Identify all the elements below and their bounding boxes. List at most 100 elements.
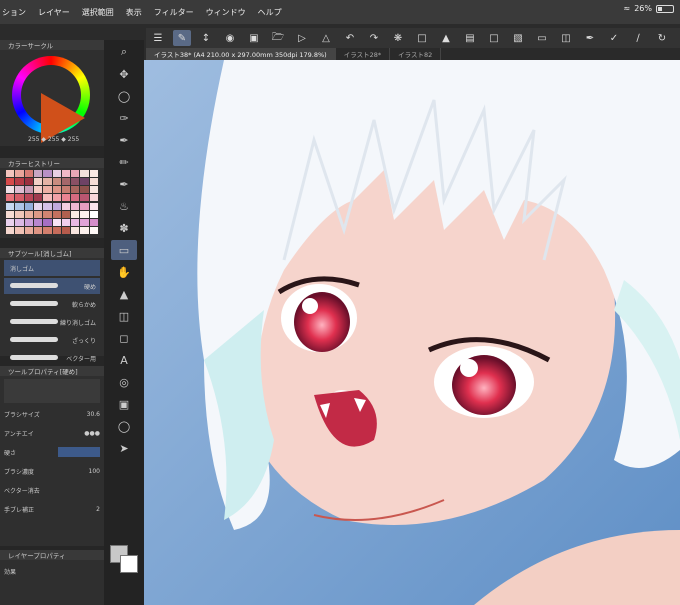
subtool-group[interactable]: 消しゴム xyxy=(4,260,100,276)
clear-icon[interactable]: □ xyxy=(413,30,431,46)
preview-icon[interactable]: ◉ xyxy=(221,30,239,46)
color-swatch[interactable] xyxy=(52,210,61,218)
color-swatch[interactable] xyxy=(71,194,80,202)
color-swatch[interactable] xyxy=(71,218,80,226)
color-swatch[interactable] xyxy=(15,226,24,234)
menu-item-help[interactable]: ヘルプ xyxy=(258,7,282,18)
subtool-item-soft[interactable]: 軟らかめ xyxy=(4,296,100,312)
pen-icon[interactable]: ✒ xyxy=(581,30,599,46)
color-swatch[interactable] xyxy=(24,178,33,186)
color-swatch[interactable] xyxy=(43,186,52,194)
blend-icon[interactable]: ✋ xyxy=(111,262,137,282)
color-wheel[interactable] xyxy=(12,56,90,143)
export-icon[interactable]: △ xyxy=(317,30,335,46)
menu-icon[interactable]: ☰ xyxy=(149,30,167,46)
tab-document-2[interactable]: イラスト28* xyxy=(336,48,391,60)
ruler-tool-icon[interactable]: ◎ xyxy=(111,372,137,392)
color-swatch[interactable] xyxy=(6,210,15,218)
color-swatch[interactable] xyxy=(24,194,33,202)
text-icon[interactable]: A xyxy=(111,350,137,370)
color-swatch[interactable] xyxy=(52,194,61,202)
hardness-row[interactable]: 硬さ xyxy=(4,444,100,460)
menu-item[interactable]: ション xyxy=(2,7,26,18)
menu-item-window[interactable]: ウィンドウ xyxy=(206,7,246,18)
frame-icon[interactable]: ▣ xyxy=(111,394,137,414)
color-swatch[interactable] xyxy=(61,170,71,177)
menu-item-selection[interactable]: 選択範囲 xyxy=(82,7,114,18)
antialias-options[interactable]: ●●● xyxy=(84,430,100,437)
color-swatch[interactable] xyxy=(61,186,71,194)
color-swatch[interactable] xyxy=(15,194,24,202)
color-swatch[interactable] xyxy=(43,178,52,186)
pencil-icon[interactable]: ✏ xyxy=(111,152,137,172)
color-swatch[interactable] xyxy=(52,170,61,177)
color-swatch[interactable] xyxy=(6,170,15,177)
color-swatch[interactable] xyxy=(33,202,43,210)
color-swatch[interactable] xyxy=(89,194,98,202)
color-swatch[interactable] xyxy=(89,226,98,234)
color-swatch[interactable] xyxy=(71,186,80,194)
color-swatch[interactable] xyxy=(33,178,43,186)
color-swatch[interactable] xyxy=(52,226,61,234)
brush-tool-icon[interactable]: ✒ xyxy=(111,174,137,194)
color-swatch[interactable] xyxy=(33,170,43,177)
save-icon[interactable]: ▷ xyxy=(293,30,311,46)
lasso-icon[interactable]: ◯ xyxy=(111,86,137,106)
color-swatch[interactable] xyxy=(24,210,33,218)
color-swatch[interactable] xyxy=(15,202,24,210)
color-swatch[interactable] xyxy=(71,170,80,177)
color-swatch[interactable] xyxy=(80,194,89,202)
brush-density-row[interactable]: ブラシ濃度 100 xyxy=(4,463,100,479)
color-swatch[interactable] xyxy=(6,218,15,226)
correct-line-icon[interactable]: ➤ xyxy=(111,438,137,458)
eraser-icon[interactable]: ▭ xyxy=(111,240,137,260)
color-swatch[interactable] xyxy=(61,178,71,186)
color-swatch[interactable] xyxy=(24,218,33,226)
color-swatch[interactable] xyxy=(24,170,33,177)
pen-tool-icon[interactable]: ✒ xyxy=(111,130,137,150)
color-swatch[interactable] xyxy=(80,210,89,218)
vector-erase-row[interactable]: ベクター消去 xyxy=(4,482,100,498)
color-swatch[interactable] xyxy=(43,226,52,234)
color-swatch[interactable] xyxy=(15,218,24,226)
fill-tool-icon[interactable]: ▲ xyxy=(111,284,137,304)
color-swatch[interactable] xyxy=(6,194,15,202)
color-swatch[interactable] xyxy=(61,210,71,218)
color-swatch[interactable] xyxy=(61,226,71,234)
fill-icon[interactable]: ▲ xyxy=(437,30,455,46)
color-swatch[interactable] xyxy=(6,186,15,194)
color-swatch[interactable] xyxy=(80,186,89,194)
balloon-icon[interactable]: ◯ xyxy=(111,416,137,436)
color-swatch[interactable] xyxy=(43,202,52,210)
subtool-item-rough[interactable]: ざっくり xyxy=(4,332,100,348)
color-swatch[interactable] xyxy=(52,178,61,186)
color-swatch-fg-bg[interactable] xyxy=(110,545,138,573)
layer-icon[interactable]: ◫ xyxy=(557,30,575,46)
color-swatch[interactable] xyxy=(71,178,80,186)
gradient-icon[interactable]: ◫ xyxy=(111,306,137,326)
color-swatch[interactable] xyxy=(80,218,89,226)
menu-item-layer[interactable]: レイヤー xyxy=(38,7,70,18)
color-swatch[interactable] xyxy=(71,210,80,218)
ruler-icon[interactable]: ▭ xyxy=(533,30,551,46)
line-icon[interactable]: ∕ xyxy=(629,30,647,46)
color-swatch[interactable] xyxy=(80,226,89,234)
color-swatch[interactable] xyxy=(71,226,80,234)
figure-icon[interactable]: ◻ xyxy=(111,328,137,348)
color-swatch[interactable] xyxy=(33,218,43,226)
color-swatch[interactable] xyxy=(24,202,33,210)
crop-icon[interactable]: □ xyxy=(485,30,503,46)
color-swatch[interactable] xyxy=(43,194,52,202)
airbrush-icon[interactable]: ♨ xyxy=(111,196,137,216)
move-icon[interactable]: ✥ xyxy=(111,64,137,84)
color-swatch[interactable] xyxy=(24,186,33,194)
color-swatch[interactable] xyxy=(15,186,24,194)
color-swatch[interactable] xyxy=(43,218,52,226)
brush-size-row[interactable]: ブラシサイズ 30.6 xyxy=(4,406,100,422)
menu-item-view[interactable]: 表示 xyxy=(126,7,142,18)
color-swatch[interactable] xyxy=(61,202,71,210)
color-swatch[interactable] xyxy=(33,194,43,202)
color-swatch[interactable] xyxy=(89,202,98,210)
color-swatch[interactable] xyxy=(61,218,71,226)
color-swatch[interactable] xyxy=(15,178,24,186)
